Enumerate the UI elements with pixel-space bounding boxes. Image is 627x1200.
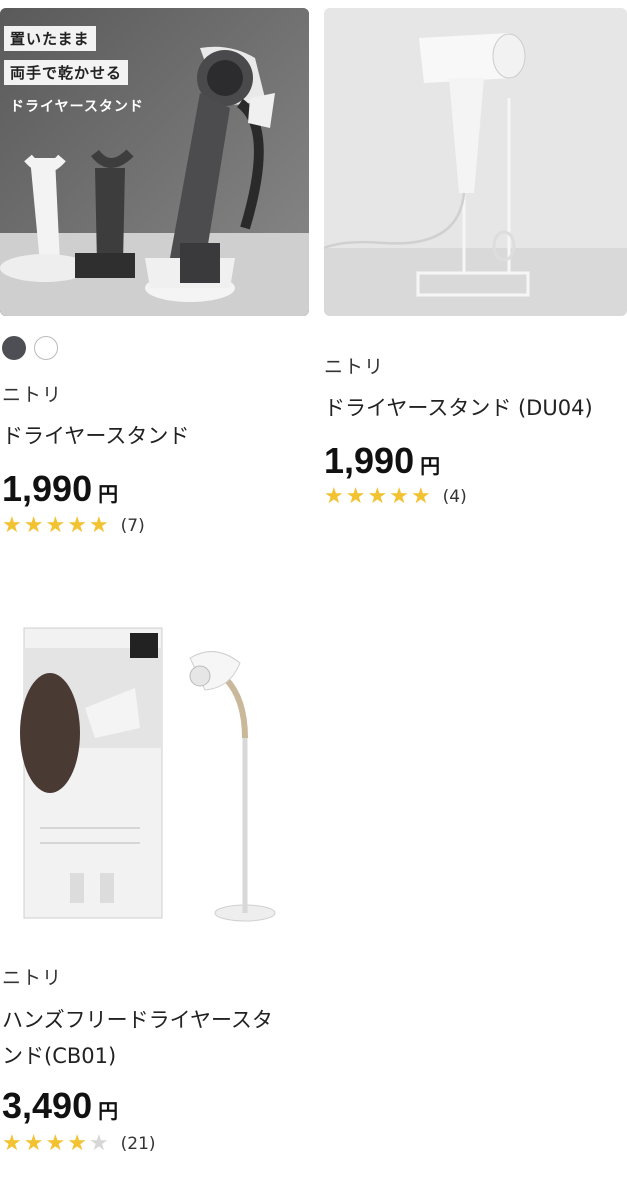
star-icon: ★ <box>345 484 366 509</box>
color-swatch-gray[interactable] <box>2 336 26 360</box>
product-card-3[interactable]: ニトリ ハンズフリードライヤースタ ンド(CB01) 3,490 円 ★ ★ ★ … <box>0 615 312 1175</box>
star-icon: ★ <box>367 484 388 509</box>
star-empty-icon: ★ <box>88 1131 109 1156</box>
star-icon: ★ <box>2 513 22 538</box>
review-count: (21) <box>120 1134 156 1154</box>
image-caption-1: 置いたまま <box>4 26 96 51</box>
product-price: 1,990 円 <box>324 440 440 482</box>
product-brand: ニトリ <box>324 356 385 378</box>
price-value: 1,990 <box>324 440 415 481</box>
star-icon: ★ <box>67 1131 87 1156</box>
star-icon: ★ <box>88 513 109 538</box>
price-currency: 円 <box>98 482 119 506</box>
product-title[interactable]: ドライヤースタンド (DU04) <box>324 388 593 428</box>
star-icon: ★ <box>45 1131 66 1156</box>
dryer-stand-photo <box>0 618 309 926</box>
rating-stars: ★ ★ ★ ★ ★ (7) <box>2 515 145 537</box>
product-brand: ニトリ <box>2 967 63 989</box>
star-icon: ★ <box>45 513 66 538</box>
review-count: (7) <box>120 516 145 536</box>
image-caption-3: ドライヤースタンド <box>10 99 144 115</box>
product-card-1[interactable]: 置いたまま 両手で乾かせる ドライヤースタンド ニトリ ドライヤースタンド 1,… <box>0 0 312 560</box>
review-count: (4) <box>442 487 467 507</box>
image-caption-2: 両手で乾かせる <box>4 60 129 85</box>
price-value: 1,990 <box>2 468 93 509</box>
star-icon: ★ <box>2 1131 22 1156</box>
dryer-stand-photo <box>324 8 627 316</box>
star-icon: ★ <box>67 513 87 538</box>
star-icon: ★ <box>23 513 44 538</box>
product-image[interactable] <box>0 618 309 926</box>
star-icon: ★ <box>410 484 431 509</box>
color-swatch-white[interactable] <box>34 336 58 360</box>
product-card-2[interactable]: ニトリ ドライヤースタンド (DU04) 1,990 円 ★ ★ ★ ★ ★ (4… <box>322 0 627 560</box>
rating-stars: ★ ★ ★ ★ ★ (4) <box>324 486 467 508</box>
star-icon: ★ <box>389 484 409 509</box>
rating-stars: ★ ★ ★ ★ ★ (21) <box>2 1133 156 1155</box>
price-currency: 円 <box>98 1099 119 1123</box>
product-image[interactable] <box>324 8 627 316</box>
price-value: 3,490 <box>2 1085 93 1126</box>
product-title-line2[interactable]: ンド(CB01) <box>2 1036 116 1076</box>
dryer-stand-photo <box>0 8 309 316</box>
product-price: 1,990 円 <box>2 468 118 510</box>
product-brand: ニトリ <box>2 384 63 406</box>
star-icon: ★ <box>324 484 344 509</box>
product-title[interactable]: ドライヤースタンド <box>2 416 189 456</box>
star-icon: ★ <box>23 1131 44 1156</box>
product-price: 3,490 円 <box>2 1085 118 1127</box>
product-title-line1[interactable]: ハンズフリードライヤースタ <box>2 1000 273 1040</box>
price-currency: 円 <box>420 454 441 478</box>
product-image[interactable]: 置いたまま 両手で乾かせる ドライヤースタンド <box>0 8 309 316</box>
